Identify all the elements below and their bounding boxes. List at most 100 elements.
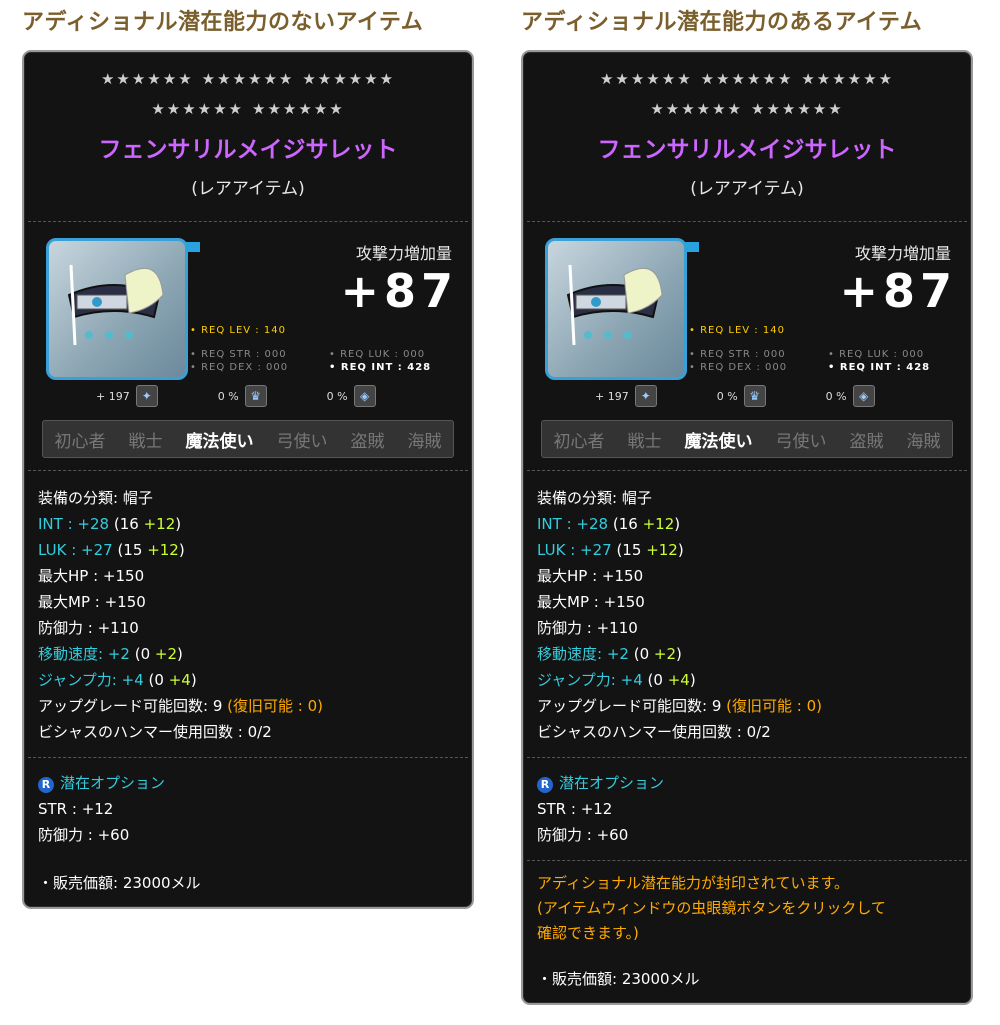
- equip-type: 装備の分類: 帽子: [38, 489, 153, 507]
- hammer-count: ビシャスのハンマー使用回数 : 0/2: [537, 723, 771, 741]
- upgrade-count: アップグレード可能回数: 9 (復旧可能 : 0): [537, 697, 822, 715]
- job-magician: 魔法使い: [684, 431, 753, 452]
- crown-icon: ♛: [743, 385, 766, 407]
- job-warrior: 戦士: [627, 431, 662, 452]
- item-summary: 攻撃力増加量 +87 • REQ LEV : 140 • REQ STR : 0…: [523, 222, 971, 420]
- hat-icon: [67, 264, 164, 346]
- potential-section: R 潜在オプション STR : +12 防御力 : +60: [523, 758, 971, 860]
- small-stat-2: 0 %: [716, 389, 738, 403]
- flag-icon: [685, 242, 699, 252]
- flag-icon: [186, 242, 200, 252]
- star-row-2: ★★★★★★ ★★★★★★: [151, 100, 345, 118]
- req-str: • REQ STR : 000: [689, 349, 786, 360]
- additional-sealed-section: アディショナル潜在能力が封印されています。 (アイテムウィンドウの虫眼鏡ボタンを…: [523, 860, 971, 956]
- req-level: • REQ LEV : 140: [689, 325, 785, 336]
- stat-max-hp: 最大HP : +150: [537, 567, 644, 585]
- item-tooltip: ★★★★★★ ★★★★★★ ★★★★★★ ★★★★★★ ★★★★★★ フェンサリルメイ…: [22, 50, 474, 909]
- star-row-2: ★★★★★★ ★★★★★★: [650, 100, 844, 118]
- req-level: • REQ LEV : 140: [190, 325, 286, 336]
- job-thief: 盗賊: [350, 431, 385, 452]
- stat-jump: ジャンプ力: +4 (0 +4): [537, 671, 696, 689]
- stat-list: 装備の分類: 帽子 INT : +28 (16 +12) LUK : +27 (…: [24, 471, 472, 757]
- stat-max-mp: 最大MP : +150: [537, 593, 645, 611]
- job-magician: 魔法使い: [185, 431, 254, 452]
- item-rarity: (レアアイテム): [191, 179, 305, 199]
- item-name: フェンサリルメイジサレット: [597, 137, 897, 163]
- sale-price: ・販売価額: 23000メル: [537, 970, 700, 988]
- stat-defense: 防御力 : +110: [38, 619, 139, 637]
- potential-section: R 潜在オプション STR : +12 防御力 : +60: [24, 758, 472, 860]
- stat-max-hp: 最大HP : +150: [38, 567, 145, 585]
- sealed-line-3: 確認できます。): [537, 924, 639, 942]
- small-stat-1: + 197: [595, 389, 629, 403]
- item-icon-frame: [545, 238, 687, 380]
- equip-type: 装備の分類: 帽子: [537, 489, 652, 507]
- caption-right: アディショナル潜在能力のあるアイテム: [521, 10, 923, 35]
- star-force-icon: ✦: [135, 385, 158, 407]
- shield-icon: ◈: [852, 385, 875, 407]
- job-thief: 盗賊: [849, 431, 884, 452]
- crown-icon: ♛: [244, 385, 267, 407]
- stat-jump: ジャンプ力: +4 (0 +4): [38, 671, 197, 689]
- sale-price: ・販売価額: 23000メル: [38, 874, 201, 892]
- potential-title: 潜在オプション: [60, 774, 166, 792]
- small-stat-2: 0 %: [217, 389, 239, 403]
- job-pirate: 海賊: [407, 431, 442, 452]
- hat-icon: [566, 264, 663, 346]
- job-bowman: 弓使い: [276, 431, 328, 452]
- item-rarity: (レアアイテム): [690, 179, 804, 199]
- stat-list: 装備の分類: 帽子 INT : +28 (16 +12) LUK : +27 (…: [523, 471, 971, 757]
- small-stat-3: 0 %: [825, 389, 847, 403]
- hammer-count: ビシャスのハンマー使用回数 : 0/2: [38, 723, 272, 741]
- small-stat-3: 0 %: [326, 389, 348, 403]
- attack-label: 攻撃力増加量: [355, 244, 452, 263]
- req-dex: • REQ DEX : 000: [190, 362, 289, 373]
- req-luk: • REQ LUK : 000: [329, 349, 426, 360]
- stat-max-mp: 最大MP : +150: [38, 593, 146, 611]
- attack-label: 攻撃力増加量: [854, 244, 951, 263]
- rare-badge-icon: R: [38, 777, 54, 793]
- job-bowman: 弓使い: [775, 431, 827, 452]
- job-warrior: 戦士: [128, 431, 163, 452]
- star-row-1: ★★★★★★ ★★★★★★ ★★★★★★: [100, 70, 396, 88]
- req-dex: • REQ DEX : 000: [689, 362, 788, 373]
- stat-luk: LUK : +27 (15 +12): [38, 541, 185, 559]
- stat-int: INT : +28 (16 +12): [38, 515, 182, 533]
- req-luk: • REQ LUK : 000: [828, 349, 925, 360]
- potential-str: STR : +12: [537, 800, 613, 818]
- item-name: フェンサリルメイジサレット: [98, 137, 398, 163]
- job-bar: 初心者 戦士 魔法使い 弓使い 盗賊 海賊: [42, 420, 454, 458]
- attack-value: +87: [340, 264, 458, 318]
- req-int: • REQ INT : 428: [329, 362, 432, 373]
- upgrade-count: アップグレード可能回数: 9 (復旧可能 : 0): [38, 697, 323, 715]
- job-bar: 初心者 戦士 魔法使い 弓使い 盗賊 海賊: [541, 420, 953, 458]
- star-row-1: ★★★★★★ ★★★★★★ ★★★★★★: [599, 70, 895, 88]
- stat-luk: LUK : +27 (15 +12): [537, 541, 684, 559]
- stat-speed: 移動速度: +2 (0 +2): [537, 645, 682, 663]
- req-int: • REQ INT : 428: [828, 362, 931, 373]
- job-beginner: 初心者: [54, 431, 106, 452]
- job-pirate: 海賊: [906, 431, 941, 452]
- star-force-icon: ✦: [634, 385, 657, 407]
- small-stats: + 197 ✦ 0 % ♛ 0 % ◈: [595, 385, 875, 407]
- stat-defense: 防御力 : +110: [537, 619, 638, 637]
- req-str: • REQ STR : 000: [190, 349, 287, 360]
- sealed-line-2: (アイテムウィンドウの虫眼鏡ボタンをクリックして: [537, 899, 886, 917]
- stat-int: INT : +28 (16 +12): [537, 515, 681, 533]
- potential-str: STR : +12: [38, 800, 114, 818]
- sealed-line-1: アディショナル潜在能力が封印されています。: [537, 874, 850, 892]
- attack-value: +87: [839, 264, 957, 318]
- rare-badge-icon: R: [537, 777, 553, 793]
- stat-speed: 移動速度: +2 (0 +2): [38, 645, 183, 663]
- item-icon-frame: [46, 238, 188, 380]
- item-tooltip: ★★★★★★ ★★★★★★ ★★★★★★ ★★★★★★ ★★★★★★ フェンサリルメイ…: [521, 50, 973, 1005]
- caption-left: アディショナル潜在能力のないアイテム: [22, 10, 424, 35]
- potential-def: 防御力 : +60: [38, 826, 130, 844]
- shield-icon: ◈: [353, 385, 376, 407]
- item-summary: 攻撃力増加量 +87 • REQ LEV : 140 • REQ STR : 0…: [24, 222, 472, 420]
- small-stats: + 197 ✦ 0 % ♛ 0 % ◈: [96, 385, 376, 407]
- job-beginner: 初心者: [553, 431, 605, 452]
- potential-def: 防御力 : +60: [537, 826, 629, 844]
- small-stat-1: + 197: [96, 389, 130, 403]
- potential-title: 潜在オプション: [559, 774, 665, 792]
